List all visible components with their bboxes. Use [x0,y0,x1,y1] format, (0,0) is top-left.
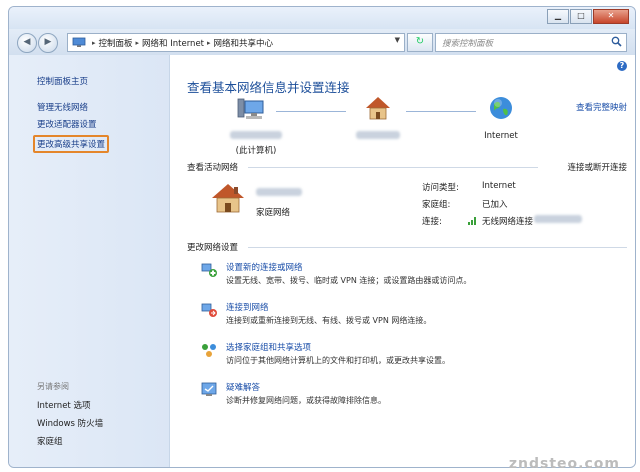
wifi-signal-icon [468,217,476,225]
connect-disconnect-link[interactable]: 连接或断开连接 [567,161,627,173]
connection-label: 连接: [422,217,442,227]
search-icon[interactable] [611,36,622,47]
access-type-value: Internet [482,181,516,191]
see-also-windows-firewall[interactable]: Windows 防火墙 [37,417,103,429]
see-also-homegroup[interactable]: 家庭组 [37,435,63,447]
task-troubleshoot-link[interactable]: 疑难解答 [226,381,260,393]
network-type-link[interactable]: 家庭网络 [256,206,290,218]
maximize-button[interactable]: □ [570,9,592,24]
forward-button[interactable]: ▶ [38,33,58,53]
see-also-internet-options[interactable]: Internet 选项 [37,399,90,411]
sidebar: 控制面板主页 管理无线网络 更改适配器设置 更改高级共享设置 另请参阅 Inte… [9,55,170,467]
task-connect-network-link[interactable]: 连接到网络 [226,301,269,313]
task-homegroup-options-link[interactable]: 选择家庭组和共享选项 [226,341,311,353]
back-button[interactable]: ◀ [17,33,37,53]
search-input[interactable]: 搜索控制面板 [442,37,493,49]
troubleshoot-icon [201,382,217,396]
chevron-right-icon: ▸ [207,38,211,47]
internet-label: Internet [484,131,518,141]
minimize-button[interactable]: ▁ [547,9,569,24]
task-setup-connection-link[interactable]: 设置新的连接或网络 [226,261,303,273]
sidebar-item-manage-wireless[interactable]: 管理无线网络 [37,101,88,113]
computer-name [226,131,286,142]
change-settings-heading: 更改网络设置 [187,243,239,253]
active-networks-heading: 查看活动网络 [187,163,239,173]
navigation-bar: ◀ ▶ ▸ 控制面板 ▸ 网络和 Internet ▸ 网络和共享中心 ▼ ↻ … [9,29,635,55]
network-house-icon [366,97,390,120]
window: ▁ □ ✕ ◀ ▶ ▸ 控制面板 ▸ 网络和 Internet ▸ 网络和共享中… [8,6,636,468]
window-controls: ▁ □ ✕ [546,9,629,24]
wireless-network-name [534,215,582,226]
breadcrumb-control-panel[interactable]: 控制面板 [99,37,133,49]
globe-icon [490,97,512,119]
active-network-name [256,188,302,199]
sidebar-item-home[interactable]: 控制面板主页 [37,75,88,87]
access-type-label: 访问类型: [422,183,459,193]
computer-icon [237,98,264,119]
connect-network-icon [201,303,217,317]
title-bar: ▁ □ ✕ [9,7,635,29]
network-name [350,131,406,142]
homegroup-link[interactable]: 已加入 [482,198,508,210]
homegroup-sharing-icon [202,344,216,357]
sidebar-item-adapter-settings[interactable]: 更改适配器设置 [37,118,97,130]
breadcrumb-network-internet[interactable]: 网络和 Internet [142,37,204,49]
wireless-connection-link[interactable]: 无线网络连接 [482,215,533,227]
see-also-heading: 另请参阅 [37,382,69,391]
task-troubleshoot-desc: 诊断并修复网络问题，或获得故障排除信息。 [226,396,386,405]
close-button[interactable]: ✕ [593,9,629,24]
help-icon[interactable]: ? [617,61,627,71]
homegroup-label: 家庭组: [422,200,451,210]
computer-label: (此计算机) [235,146,277,156]
control-panel-icon [72,37,86,47]
task-homegroup-options-desc: 访问位于其他网络计算机上的文件和打印机，或更改共享设置。 [226,356,450,365]
watermark: zndsteo.com [508,456,620,472]
page-title: 查看基本网络信息并设置连接 [187,80,350,95]
view-full-map-link[interactable]: 查看完整映射 [576,101,627,113]
task-setup-connection-desc: 设置无线、宽带、拨号、临时或 VPN 连接；或设置路由器或访问点。 [226,276,472,285]
connection-line-1 [276,111,346,112]
sidebar-item-advanced-sharing[interactable]: 更改高级共享设置 [33,135,110,153]
connection-line-2 [406,111,476,112]
chevron-right-icon: ▸ [135,38,140,47]
home-network-icon [212,184,244,213]
section-divider [248,247,627,248]
search-box[interactable]: 搜索控制面板 [435,33,627,52]
new-connection-icon [201,263,217,277]
address-dropdown-icon[interactable]: ▼ [395,36,400,44]
main-content: ? 查看基本网络信息并设置连接 查看完整映射 (此计算机) Internet 查… [170,55,635,467]
address-bar[interactable]: ▸ 控制面板 ▸ 网络和 Internet ▸ 网络和共享中心 ▼ [67,33,405,52]
refresh-button[interactable]: ↻ [407,33,433,52]
task-connect-network-desc: 连接到或重新连接到无线、有线、拨号或 VPN 网络连接。 [226,316,432,325]
chevron-right-icon: ▸ [92,38,96,47]
breadcrumb-network-sharing-center[interactable]: 网络和共享中心 [214,37,274,49]
section-divider [248,167,538,168]
